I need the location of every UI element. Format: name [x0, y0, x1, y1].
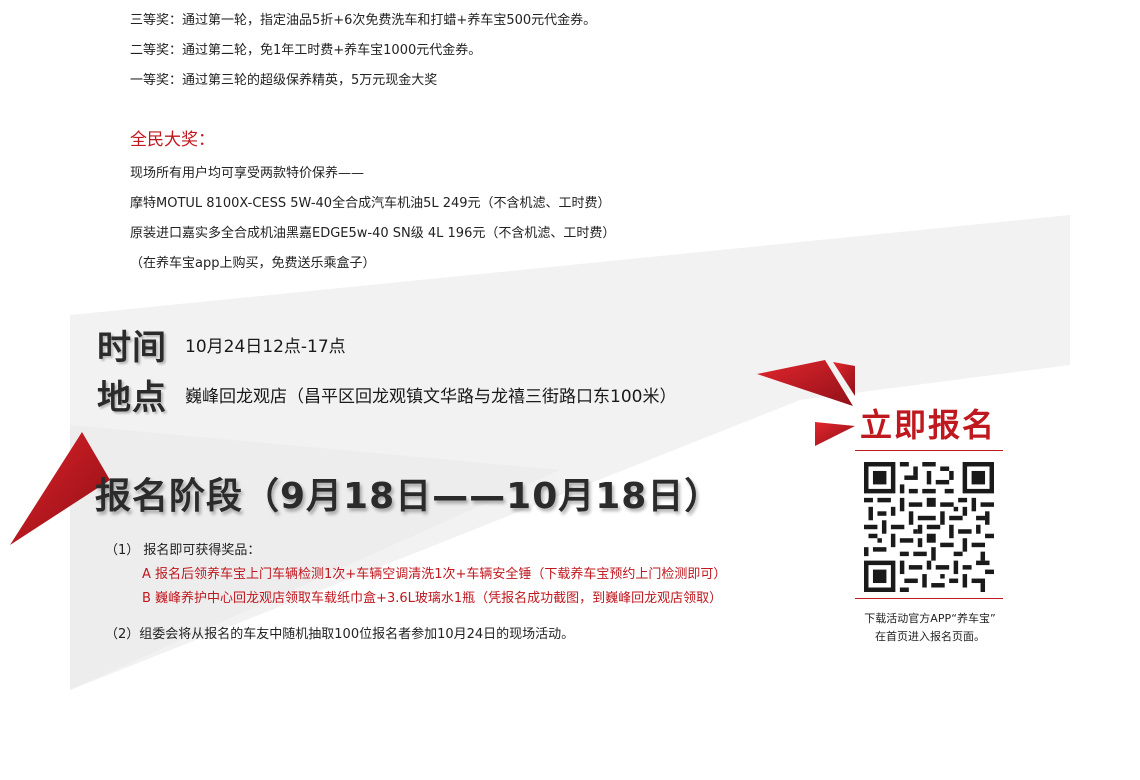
promo-line: （在养车宝app上购买，免费送乐乘盒子） [130, 256, 376, 271]
reward-a-text: A 报名后领养车宝上门车辆检测1次+车辆空调清洗1次+车辆安全锤（下载养车宝预约… [142, 567, 727, 582]
qr-code-image[interactable] [864, 462, 994, 592]
signup-now-title: 立即报名 [860, 406, 997, 444]
time-label: 时间 [97, 328, 167, 368]
promo-line: 摩特MOTUL 8100X-CESS 5W-40全合成汽车机油5L 249元（不… [130, 196, 611, 211]
step-two-text: （2）组委会将从报名的车友中随机抽取100位报名者参加10月24日的现场活动。 [105, 627, 575, 642]
divider-bottom [855, 598, 1003, 599]
qr-caption-line2: 在首页进入报名页面。 [875, 630, 985, 643]
red-shards-decoration [757, 360, 855, 446]
reward-b-text: B 巍峰养护中心回龙观店领取车载纸巾盒+3.6L玻璃水1瓶（凭报名成功截图，到巍… [142, 591, 723, 606]
place-label: 地点 [97, 378, 167, 418]
divider-top [855, 450, 1003, 451]
first-prize-text: 一等奖：通过第三轮的超级保养精英，5万元现金大奖 [130, 73, 438, 88]
third-prize-text: 三等奖：通过第一轮，指定油品5折+6次免费洗车和打蜡+养车宝500元代金券。 [130, 13, 597, 28]
step-one-text: （1） 报名即可获得奖品： [105, 543, 261, 558]
qr-caption-line1: 下载活动官方APP“养车宝” [864, 612, 996, 625]
public-prize-title: 全民大奖： [130, 130, 215, 150]
second-prize-text: 二等奖：通过第二轮，免1年工时费+养车宝1000元代金券。 [130, 43, 482, 58]
promo-line: 原装进口嘉实多全合成机油黑嘉EDGE5w-40 SN级 4L 196元（不含机滤… [130, 226, 616, 241]
registration-stage-title: 报名阶段（9月18日——10月18日） [95, 476, 722, 517]
red-triangle-decoration [10, 432, 110, 545]
place-value: 巍峰回龙观店（昌平区回龙观镇文华路与龙禧三街路口东100米） [185, 387, 677, 407]
promo-line: 现场所有用户均可享受两款特价保养—— [130, 166, 365, 181]
time-value: 10月24日12点-17点 [185, 337, 346, 357]
